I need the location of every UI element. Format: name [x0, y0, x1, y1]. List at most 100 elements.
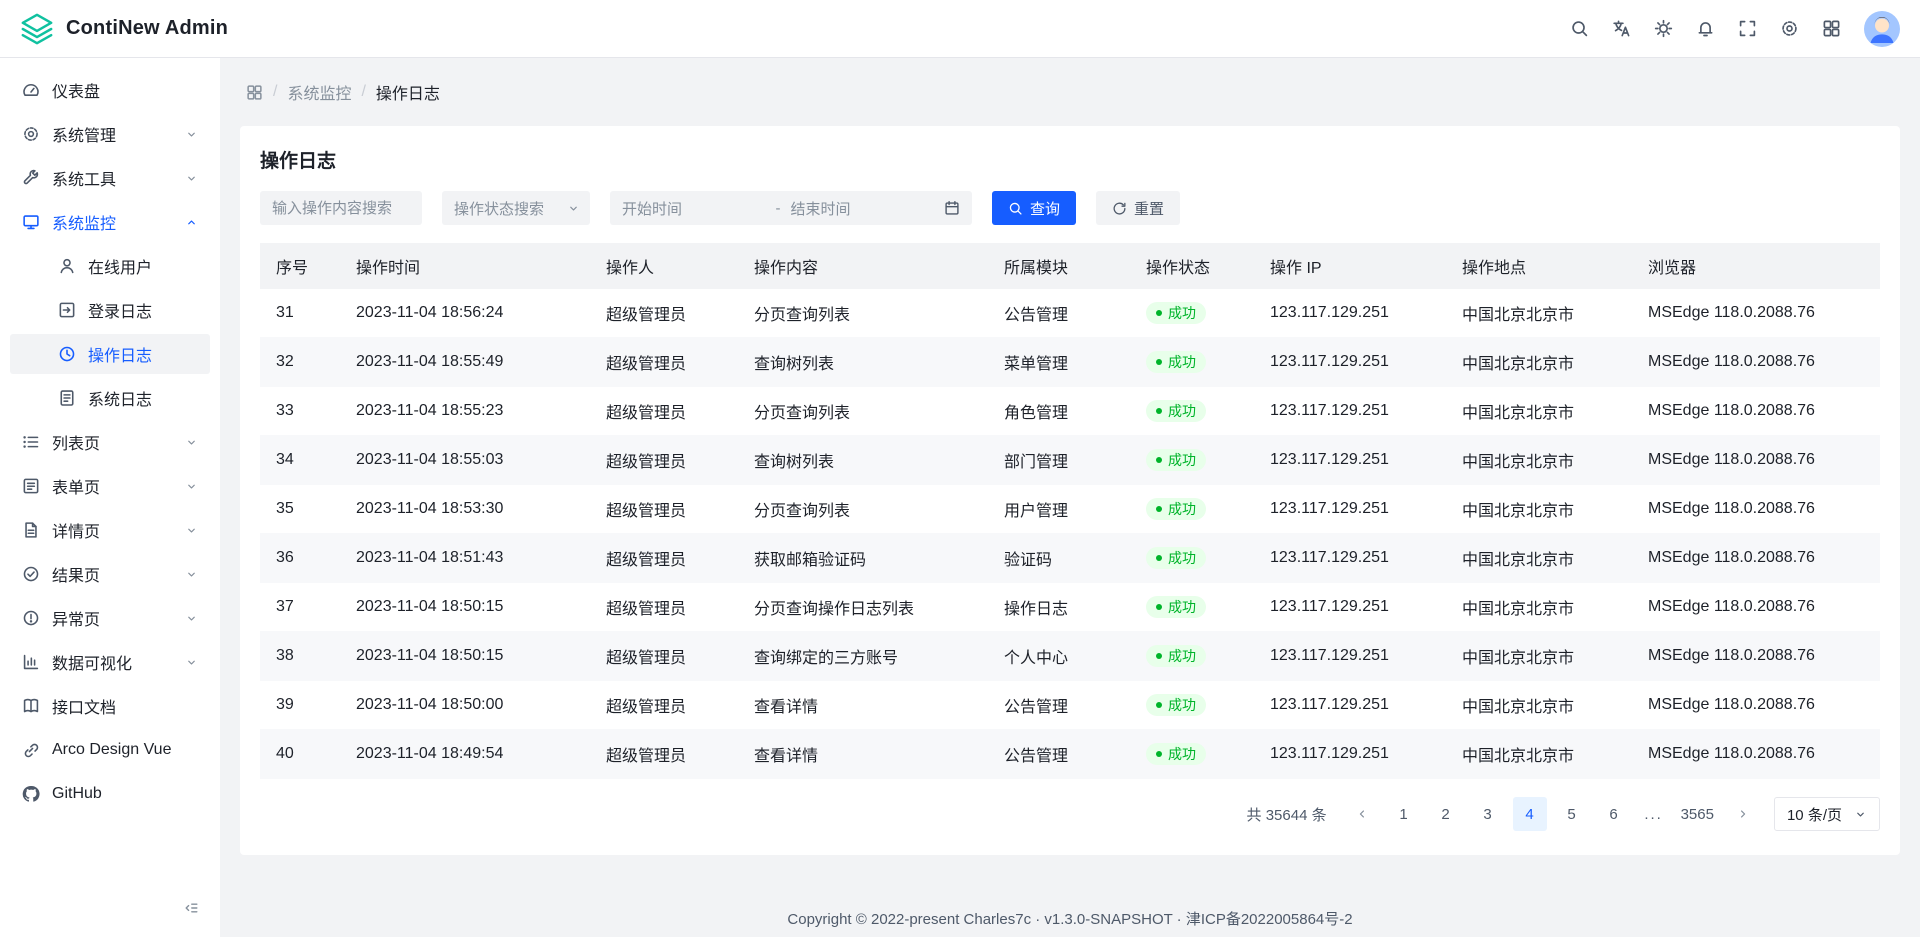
settings-button[interactable] [1770, 10, 1808, 48]
cell-ip: 123.117.129.251 [1254, 436, 1446, 485]
chevron-down-icon [185, 568, 198, 581]
column-header: 操作内容 [738, 243, 988, 289]
cell-time: 2023-11-04 18:50:15 [340, 583, 590, 632]
table-row: 352023-11-04 18:53:30超级管理员分页查询列表用户管理成功12… [260, 485, 1880, 534]
cell-location: 中国北京北京市 [1446, 632, 1632, 681]
table-row: 312023-11-04 18:56:24超级管理员分页查询列表公告管理成功12… [260, 289, 1880, 338]
sidebar-item-system-monitor[interactable]: 系统监控 [10, 202, 210, 242]
status-select-placeholder: 操作状态搜索 [454, 198, 544, 219]
monitor-icon [22, 213, 40, 231]
sidebar-item-exception-page[interactable]: 异常页 [10, 598, 210, 638]
sidebar-item-data-visualization[interactable]: 数据可视化 [10, 642, 210, 682]
user-avatar[interactable] [1864, 11, 1900, 47]
sidebar-item-system-management[interactable]: 系统管理 [10, 114, 210, 154]
status-badge: 成功 [1146, 449, 1206, 471]
cell-ip: 123.117.129.251 [1254, 583, 1446, 632]
translate-button[interactable] [1602, 10, 1640, 48]
status-badge: 成功 [1146, 694, 1206, 716]
sidebar-item-arco-design-vue[interactable]: Arco Design Vue [10, 730, 210, 770]
cell-location: 中国北京北京市 [1446, 730, 1632, 779]
chevron-down-icon [185, 612, 198, 625]
cell-status: 成功 [1130, 730, 1254, 779]
pagination-page-5[interactable]: 5 [1555, 797, 1589, 831]
sidebar-item-operation-log[interactable]: 操作日志 [10, 334, 210, 374]
sidebar-item-label: 系统工具 [52, 166, 116, 190]
status-label: 成功 [1168, 353, 1196, 371]
sidebar-item-label: GitHub [52, 785, 102, 803]
column-header: 操作人 [590, 243, 738, 289]
sidebar-item-label: 在线用户 [88, 254, 152, 278]
fullscreen-button[interactable] [1728, 10, 1766, 48]
cell-index: 39 [260, 681, 340, 730]
sidebar-item-list-page[interactable]: 列表页 [10, 422, 210, 462]
cell-operator: 超级管理员 [590, 485, 738, 534]
table-row: 322023-11-04 18:55:49超级管理员查询树列表菜单管理成功123… [260, 338, 1880, 387]
table-row: 332023-11-04 18:55:23超级管理员分页查询列表角色管理成功12… [260, 387, 1880, 436]
pagination-page-4[interactable]: 4 [1513, 797, 1547, 831]
cell-ip: 123.117.129.251 [1254, 534, 1446, 583]
pagination-page-3[interactable]: 3 [1471, 797, 1505, 831]
user-icon [58, 257, 76, 275]
app-header: ContiNew Admin [0, 0, 1920, 58]
sidebar-collapse-button[interactable] [176, 893, 206, 923]
cell-operator: 超级管理员 [590, 436, 738, 485]
chevron-down-icon [1854, 808, 1867, 821]
sidebar-item-label: Arco Design Vue [52, 741, 171, 759]
cell-ip: 123.117.129.251 [1254, 289, 1446, 338]
pagination-ellipsis[interactable]: ... [1639, 806, 1669, 823]
calendar-icon [944, 200, 960, 216]
pagination-prev-button[interactable] [1345, 797, 1379, 831]
pagination-page-1[interactable]: 1 [1387, 797, 1421, 831]
sidebar-item-system-tools[interactable]: 系统工具 [10, 158, 210, 198]
cell-browser: MSEdge 118.0.2088.76 [1632, 632, 1880, 681]
pagination-next-button[interactable] [1726, 797, 1760, 831]
column-header: 操作 IP [1254, 243, 1446, 289]
date-range-picker[interactable]: 开始时间 - 结束时间 [610, 191, 972, 225]
sidebar-item-detail-page[interactable]: 详情页 [10, 510, 210, 550]
sidebar-item-github[interactable]: GitHub [10, 774, 210, 814]
reset-button[interactable]: 重置 [1096, 191, 1180, 225]
sidebar-item-login-log[interactable]: 登录日志 [10, 290, 210, 330]
widgets-button[interactable] [1812, 10, 1850, 48]
table-row: 342023-11-04 18:55:03超级管理员查询树列表部门管理成功123… [260, 436, 1880, 485]
sidebar-item-online-users[interactable]: 在线用户 [10, 246, 210, 286]
chevron-down-icon [185, 524, 198, 537]
status-dot-icon [1156, 555, 1162, 561]
chevron-down-icon [185, 128, 198, 141]
sidebar-item-api-doc[interactable]: 接口文档 [10, 686, 210, 726]
status-label: 成功 [1168, 304, 1196, 322]
operation-status-select[interactable]: 操作状态搜索 [442, 191, 590, 225]
search-button[interactable] [1560, 10, 1598, 48]
header-right [1560, 10, 1900, 48]
operation-content-search-input[interactable] [260, 191, 422, 225]
sidebar-item-system-log[interactable]: 系统日志 [10, 378, 210, 418]
breadcrumb-separator: / [273, 83, 277, 101]
cell-index: 37 [260, 583, 340, 632]
content: / 系统监控 / 操作日志 操作日志 操作状态搜索 开始时间 - 结束时间 查询 [220, 58, 1920, 937]
sidebar-item-label: 系统监控 [52, 210, 116, 234]
end-date-placeholder: 结束时间 [791, 198, 935, 219]
theme-button[interactable] [1644, 10, 1682, 48]
breadcrumb-item-system-monitor[interactable]: 系统监控 [287, 80, 351, 104]
cell-browser: MSEdge 118.0.2088.76 [1632, 338, 1880, 387]
pagination-page-2[interactable]: 2 [1429, 797, 1463, 831]
cell-location: 中国北京北京市 [1446, 681, 1632, 730]
search-button[interactable]: 查询 [992, 191, 1076, 225]
pagination-total: 共 35644 条 [1247, 804, 1327, 825]
cell-module: 菜单管理 [988, 338, 1130, 387]
sidebar-item-label: 系统日志 [88, 386, 152, 410]
sidebar-item-dashboard[interactable]: 仪表盘 [10, 70, 210, 110]
cell-module: 公告管理 [988, 289, 1130, 338]
sidebar-item-form-page[interactable]: 表单页 [10, 466, 210, 506]
pagination-page-3565[interactable]: 3565 [1677, 797, 1718, 831]
notification-button[interactable] [1686, 10, 1724, 48]
apps-icon[interactable] [246, 84, 263, 101]
cell-module: 部门管理 [988, 436, 1130, 485]
collapse-icon [183, 900, 199, 916]
pagination-page-6[interactable]: 6 [1597, 797, 1631, 831]
sidebar-item-label: 登录日志 [88, 298, 152, 322]
cell-time: 2023-11-04 18:50:15 [340, 632, 590, 681]
page-size-select[interactable]: 10 条/页 [1774, 797, 1880, 831]
sidebar-item-result-page[interactable]: 结果页 [10, 554, 210, 594]
status-dot-icon [1156, 751, 1162, 757]
